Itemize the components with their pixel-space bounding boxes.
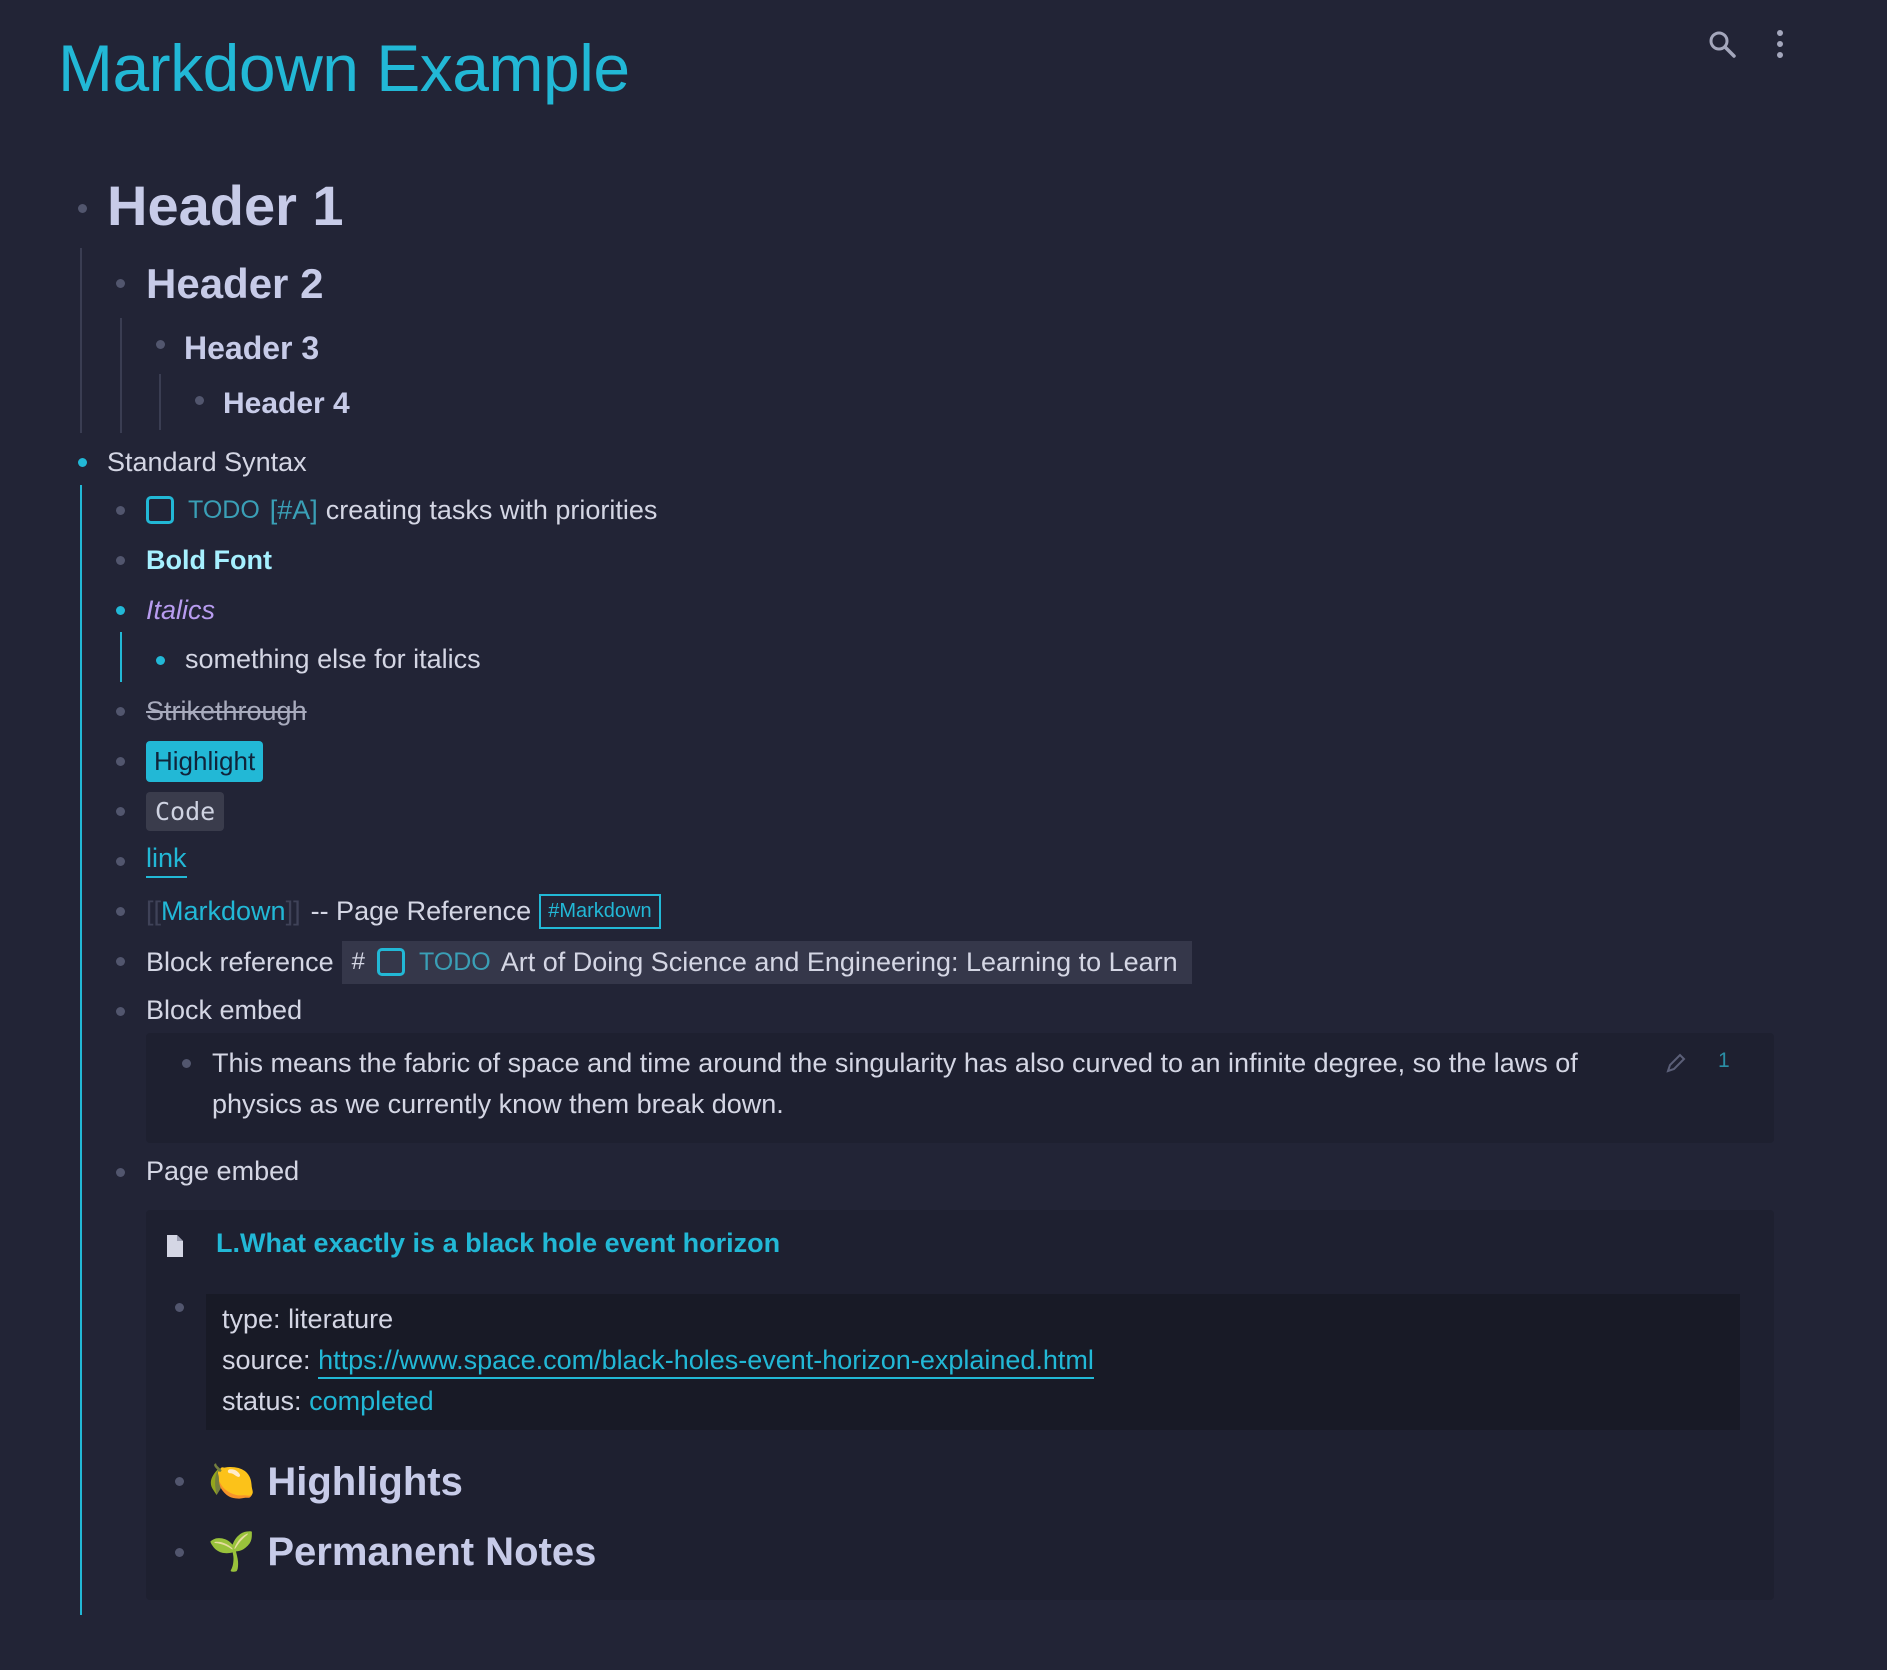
todo-checkbox[interactable] <box>146 496 174 524</box>
property-source-key: source: <box>222 1345 311 1375</box>
bullet[interactable] <box>116 957 125 966</box>
link[interactable]: link <box>146 843 187 878</box>
guide-h1 <box>80 248 82 433</box>
block-ref-label: Block reference <box>146 946 334 977</box>
page-ref-close-bracket: ]] <box>285 895 301 926</box>
block-italics[interactable]: Italics <box>146 591 215 629</box>
todo-marker[interactable]: TODO <box>188 496 260 525</box>
block-standard-syntax[interactable]: Standard Syntax <box>107 443 307 481</box>
block-embed-text: This means the fabric of space and time … <box>212 1043 1642 1125</box>
properties-block[interactable]: type: literature source: https://www.spa… <box>206 1294 1740 1430</box>
highlights-heading: Highlights <box>267 1459 463 1504</box>
bullet[interactable] <box>175 1548 184 1557</box>
bullet[interactable] <box>156 340 165 349</box>
page-ref-suffix: -- Page Reference <box>310 895 532 926</box>
property-status-value[interactable]: completed <box>309 1386 434 1416</box>
bullet[interactable] <box>116 1168 125 1177</box>
block-italics-child[interactable]: something else for italics <box>185 640 481 678</box>
header-3: Header 3 <box>184 329 320 366</box>
property-type-value: literature <box>288 1304 394 1334</box>
property-source-link[interactable]: https://www.space.com/black-holes-event-… <box>318 1345 1094 1379</box>
header-4: Header 4 <box>223 387 350 420</box>
block-todo[interactable]: TODO [#A] creating tasks with priorities <box>146 491 657 529</box>
block-link[interactable]: link <box>146 841 187 879</box>
bullet[interactable] <box>116 279 125 288</box>
seedling-icon: 🌱 <box>208 1531 256 1573</box>
block-header-1[interactable]: Header 1 <box>107 170 344 240</box>
page-ref-open-bracket: [[ <box>146 895 162 926</box>
block-embed-label: Block embed <box>146 994 303 1025</box>
block-embed-line-2: physics as we currently know them break … <box>212 1089 784 1119</box>
block-embed-line-1: This means the fabric of space and time … <box>212 1048 1578 1078</box>
page-embed-container[interactable]: L.What exactly is a black hole event hor… <box>146 1210 1774 1600</box>
bullet[interactable] <box>175 1477 184 1486</box>
block-block-reference[interactable]: Block reference # TODO Art of Doing Scie… <box>146 940 1192 984</box>
block-ref[interactable]: # TODO Art of Doing Science and Engineer… <box>341 940 1192 984</box>
pencil-icon[interactable] <box>1664 1051 1688 1080</box>
block-ref-todo-marker[interactable]: TODO <box>419 948 491 977</box>
page-ref-link[interactable]: Markdown <box>161 896 286 927</box>
todo-text: creating tasks with priorities <box>325 494 658 525</box>
block-bold[interactable]: Bold Font <box>146 541 272 579</box>
property-type-key: type: <box>222 1304 281 1334</box>
block-ref-hash: # <box>351 948 365 975</box>
bullet[interactable] <box>116 506 125 515</box>
property-source: source: https://www.space.com/black-hole… <box>222 1345 1094 1379</box>
italic-child-text: something else for italics <box>185 643 481 674</box>
block-highlights[interactable]: 🍋 Highlights <box>208 1456 463 1508</box>
guide-h3 <box>159 374 161 430</box>
page-embed-title[interactable]: L.What exactly is a black hole event hor… <box>216 1228 780 1259</box>
block-ref-checkbox[interactable] <box>376 948 405 976</box>
bold-text: Bold Font <box>146 544 272 575</box>
bullet[interactable] <box>116 757 125 766</box>
page-icon <box>166 1234 184 1263</box>
guide-italics <box>120 632 122 682</box>
property-type: type: literature <box>222 1304 393 1335</box>
standard-syntax-label: Standard Syntax <box>107 446 307 477</box>
markdown-tag[interactable]: #Markdown <box>539 893 661 929</box>
block-embed-container[interactable]: This means the fabric of space and time … <box>146 1033 1774 1143</box>
block-permanent-notes[interactable]: 🌱 Permanent Notes <box>208 1526 596 1578</box>
property-status: status: completed <box>222 1386 434 1417</box>
lemon-icon: 🍋 <box>208 1461 256 1503</box>
bullet[interactable] <box>175 1303 184 1312</box>
header-2: Header 2 <box>146 260 324 307</box>
block-strikethrough[interactable]: Strikethrough <box>146 692 307 730</box>
block-header-4[interactable]: Header 4 <box>223 384 350 424</box>
bullet[interactable] <box>116 1007 125 1016</box>
highlight-text: Highlight <box>146 740 264 782</box>
header-1: Header 1 <box>107 173 344 237</box>
bullet[interactable] <box>116 556 125 565</box>
block-highlight[interactable]: Highlight <box>146 740 264 782</box>
permanent-notes-heading: Permanent Notes <box>267 1529 597 1574</box>
bullet[interactable] <box>116 707 125 716</box>
block-page-reference[interactable]: [[ Markdown ]] -- Page Reference #Markdo… <box>146 891 661 931</box>
bullet[interactable] <box>156 656 165 665</box>
block-ref-count[interactable]: 1 <box>1718 1049 1730 1073</box>
bullet[interactable] <box>78 458 87 467</box>
outline: Header 1 Header 2 Header 3 Header 4 Stan… <box>0 0 1887 1670</box>
block-block-embed[interactable]: Block embed <box>146 991 302 1029</box>
bullet[interactable] <box>195 396 204 405</box>
guide-standard <box>80 485 82 1615</box>
block-header-2[interactable]: Header 2 <box>146 258 323 310</box>
bullet[interactable] <box>116 907 125 916</box>
block-ref-text: Art of Doing Science and Engineering: Le… <box>500 946 1178 977</box>
bullet[interactable] <box>78 204 87 213</box>
bullet[interactable] <box>116 606 125 615</box>
block-page-embed[interactable]: Page embed <box>146 1152 299 1190</box>
block-code[interactable]: Code <box>146 790 225 832</box>
italic-text: Italics <box>146 594 216 625</box>
property-status-key: status: <box>222 1386 302 1416</box>
block-header-3[interactable]: Header 3 <box>184 327 319 369</box>
page-embed-label: Page embed <box>146 1155 300 1186</box>
inline-code: Code <box>146 791 225 831</box>
guide-h2 <box>120 318 122 433</box>
bullet[interactable] <box>116 807 125 816</box>
strikethrough-text: Strikethrough <box>146 695 307 726</box>
bullet[interactable] <box>116 857 125 866</box>
bullet[interactable] <box>182 1059 191 1068</box>
priority-tag[interactable]: [#A] <box>270 495 318 526</box>
